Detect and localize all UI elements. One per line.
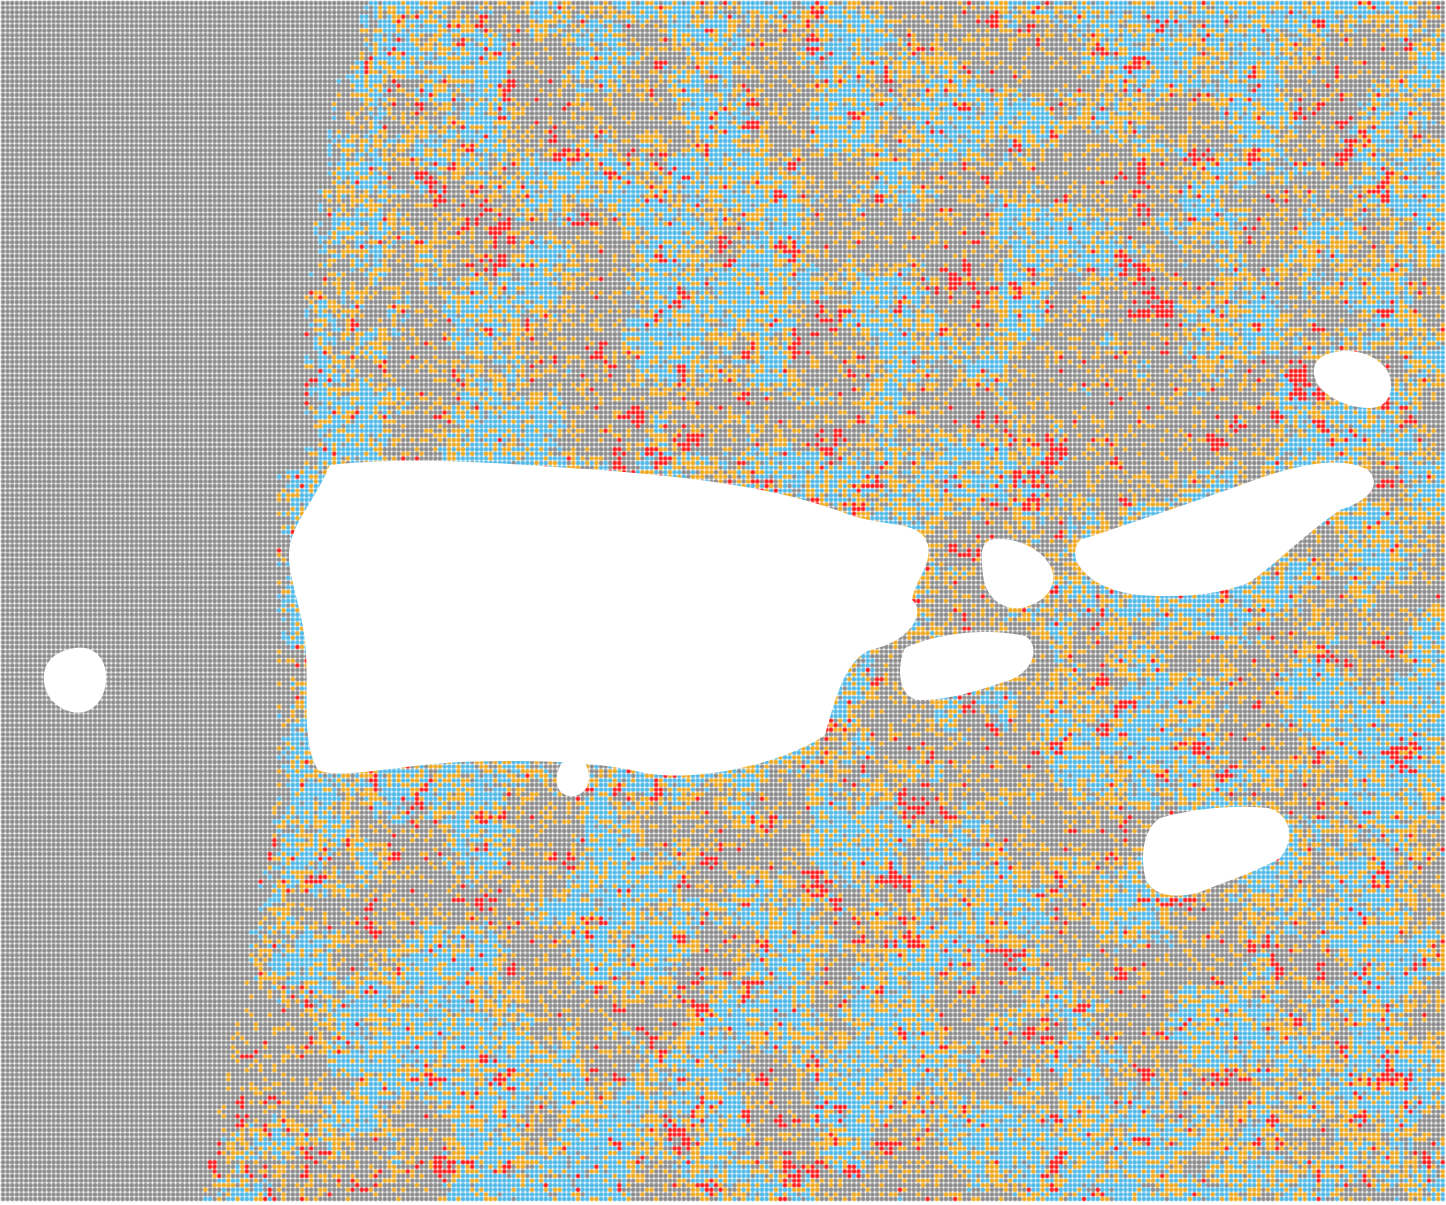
island-southeast xyxy=(1142,806,1290,896)
south-islet xyxy=(556,757,590,797)
west-islet xyxy=(43,647,107,713)
small-island-east xyxy=(900,632,1034,700)
map-view xyxy=(0,0,1446,1205)
long-island-east xyxy=(1075,462,1374,597)
small-island-center xyxy=(981,539,1054,609)
main-island xyxy=(288,460,929,776)
masked-areas-layer xyxy=(43,350,1392,896)
island-northeast xyxy=(1313,350,1392,408)
